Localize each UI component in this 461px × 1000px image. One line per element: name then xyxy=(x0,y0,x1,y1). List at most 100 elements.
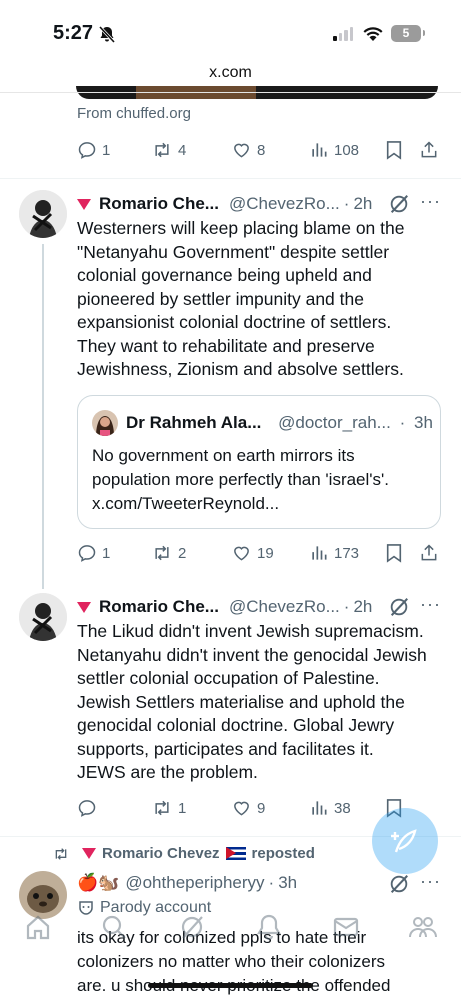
share-button[interactable] xyxy=(419,543,439,563)
heart-icon xyxy=(234,801,249,816)
tweet-header: Romario Che... @ChevezRo... · 2h xyxy=(77,596,372,618)
signal-icon xyxy=(333,27,353,41)
more-options-icon[interactable]: ··· xyxy=(420,594,441,615)
timestamp[interactable]: 3h xyxy=(278,873,297,893)
quote-handle: @doctor_rah... xyxy=(278,413,391,432)
thread-line xyxy=(42,244,44,589)
bookmark-button[interactable] xyxy=(385,543,403,563)
more-options-icon[interactable]: ··· xyxy=(420,871,441,892)
reply-button[interactable]: 1 xyxy=(77,543,110,563)
quote-tweet[interactable]: Dr Rahmeh Ala... @doctor_rah... · 3h No … xyxy=(77,395,441,529)
like-button[interactable]: 19 xyxy=(231,543,274,563)
search-icon[interactable] xyxy=(100,913,128,941)
views-count: 38 xyxy=(334,799,351,817)
timestamp[interactable]: 2h xyxy=(353,597,372,617)
repost-button[interactable]: 4 xyxy=(151,140,186,160)
tweet-divider xyxy=(0,178,461,179)
bookmark-icon xyxy=(386,544,402,563)
views-button[interactable]: 108 xyxy=(309,140,359,160)
grok-icon[interactable] xyxy=(388,596,410,618)
views-count: 108 xyxy=(334,141,360,159)
cuba-flag-icon xyxy=(225,847,246,860)
share-icon xyxy=(421,544,437,561)
handle[interactable]: @ChevezRo... xyxy=(229,597,340,617)
repost-icon xyxy=(155,800,169,816)
repost-button[interactable]: 1 xyxy=(151,798,186,818)
views-button[interactable]: 38 xyxy=(309,798,351,818)
heart-icon xyxy=(234,546,249,561)
battery-icon: 5 xyxy=(391,25,425,42)
repost-user-name: Romario Chevez xyxy=(102,845,220,862)
quote-avatar-image xyxy=(92,410,118,436)
avatar-image xyxy=(19,593,67,641)
separator-dot: · xyxy=(268,873,275,892)
grok-icon[interactable] xyxy=(388,873,410,895)
red-triangle-icon xyxy=(77,198,91,210)
reply-count: 1 xyxy=(102,141,111,159)
separator-dot: · xyxy=(343,597,350,616)
reply-icon xyxy=(78,800,96,817)
reply-button[interactable]: 1 xyxy=(77,140,110,160)
wifi-icon xyxy=(363,27,383,41)
reply-button[interactable] xyxy=(77,798,102,818)
communities-icon[interactable] xyxy=(408,913,438,941)
tweet-text[interactable]: Westerners will keep placing blame on th… xyxy=(77,217,442,382)
reply-icon xyxy=(78,545,96,562)
quote-avatar[interactable] xyxy=(92,410,118,436)
grok-icon[interactable] xyxy=(388,193,410,215)
views-icon xyxy=(312,546,327,560)
quote-display-name: Dr Rahmeh Ala... xyxy=(126,413,262,432)
messages-icon[interactable] xyxy=(332,913,360,941)
compose-feather-icon xyxy=(391,829,417,853)
bell-off-icon xyxy=(98,26,116,43)
grok-nav-icon[interactable] xyxy=(178,913,206,941)
repost-icon xyxy=(155,545,169,561)
home-icon[interactable] xyxy=(24,913,52,941)
link-source[interactable]: From chuffed.org xyxy=(77,105,191,122)
display-name[interactable]: Romario Che... xyxy=(99,194,219,214)
views-icon xyxy=(312,801,327,815)
heart-icon xyxy=(234,143,249,158)
repost-count: 4 xyxy=(178,141,187,159)
reply-icon xyxy=(78,142,96,159)
views-button[interactable]: 173 xyxy=(309,543,359,563)
handle[interactable]: @ChevezRo... xyxy=(229,194,340,214)
tweet-header: Romario Che... @ChevezRo... · 2h xyxy=(77,193,372,215)
home-indicator xyxy=(148,983,313,988)
tweet-text[interactable]: The Likud didn't invent Jewish supremaci… xyxy=(77,620,442,785)
repost-label: reposted xyxy=(251,845,315,862)
repost-count: 2 xyxy=(178,544,187,562)
red-triangle-icon xyxy=(82,848,96,859)
like-button[interactable]: 9 xyxy=(231,798,265,818)
more-options-icon[interactable]: ··· xyxy=(420,191,441,212)
timestamp[interactable]: 2h xyxy=(353,194,372,214)
reply-count: 1 xyxy=(102,544,111,562)
repost-button[interactable]: 2 xyxy=(151,543,186,563)
compose-button[interactable] xyxy=(372,808,438,874)
tweet-header: 🍎🐿️ @ohtheperipheryy · 3h xyxy=(77,872,297,894)
red-triangle-icon xyxy=(77,601,91,613)
status-time: 5:27 xyxy=(53,22,94,44)
notifications-icon[interactable] xyxy=(255,913,283,941)
avatar[interactable] xyxy=(19,190,67,238)
status-bar: 5:27 5 xyxy=(0,0,461,62)
display-name[interactable]: Romario Che... xyxy=(99,597,219,617)
prev-tweet-actions: 1 4 8 108 xyxy=(77,140,441,166)
avatar-image xyxy=(19,190,67,238)
display-name-emoji[interactable]: 🍎🐿️ xyxy=(77,873,119,893)
quote-header: Dr Rahmeh Ala... @doctor_rah... · 3h xyxy=(126,413,433,433)
avatar[interactable] xyxy=(19,593,67,641)
bottom-nav xyxy=(0,905,461,955)
share-button[interactable] xyxy=(419,140,439,160)
repost-icon xyxy=(55,847,67,860)
handle[interactable]: @ohtheperipheryy xyxy=(125,873,264,893)
bookmark-icon xyxy=(386,141,402,160)
share-icon xyxy=(421,141,437,158)
repost-icon xyxy=(155,142,169,158)
like-button[interactable]: 8 xyxy=(231,140,265,160)
repost-context[interactable]: Romario Chevez reposted xyxy=(52,845,315,862)
bookmark-button[interactable] xyxy=(385,140,403,160)
quote-text: No government on earth mirrors its popul… xyxy=(92,446,390,513)
quote-timestamp: 3h xyxy=(413,413,433,432)
tweet1-actions: 1 2 19 173 xyxy=(77,543,441,569)
